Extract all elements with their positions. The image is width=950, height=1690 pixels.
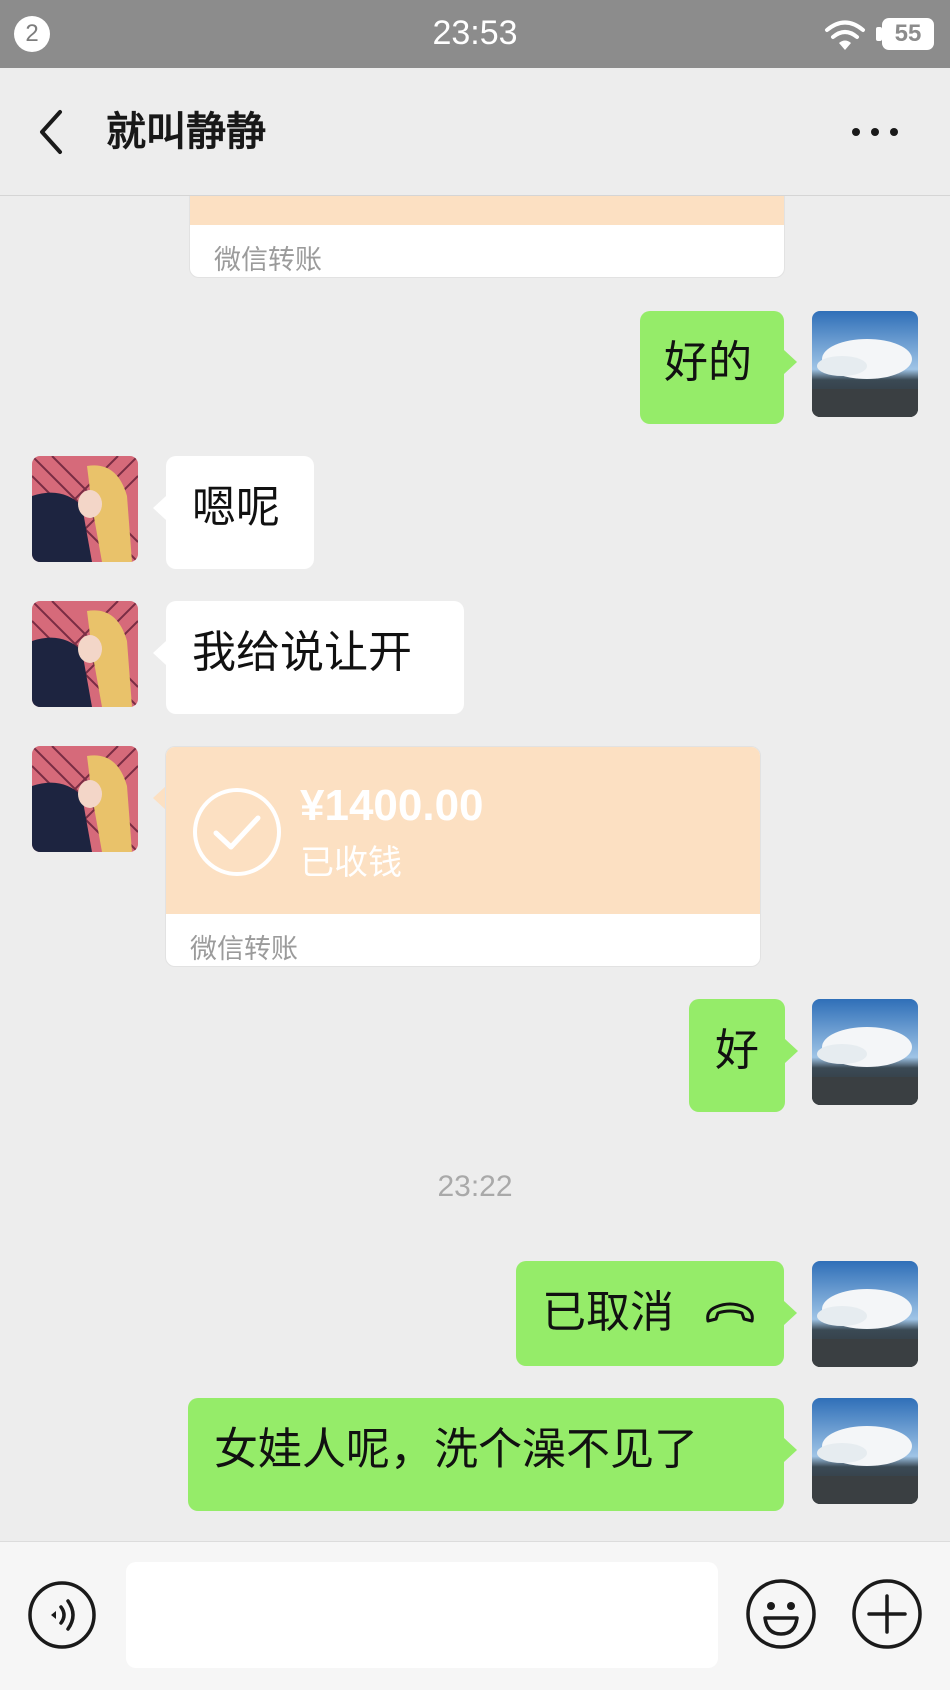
contact-avatar[interactable] xyxy=(32,456,138,562)
bubble-tail xyxy=(784,1438,797,1462)
my-avatar[interactable] xyxy=(812,1398,918,1504)
more-icon[interactable] xyxy=(850,122,900,142)
bubble-tail xyxy=(784,1301,797,1325)
voice-icon[interactable] xyxy=(27,1580,97,1650)
bubble-tail xyxy=(153,496,166,520)
bubble-tail xyxy=(784,350,797,374)
status-bar: 2 23:53 55 xyxy=(0,0,950,68)
call-status: 已取消 xyxy=(542,1287,674,1338)
message-list[interactable]: 微信转账 好的 嗯呢 我给说让开 ¥1400.00 已收钱 微信转账 好 23:… xyxy=(0,196,950,1541)
avatar-image-anime xyxy=(32,746,138,852)
avatar-image-sky xyxy=(812,1398,918,1504)
status-time: 23:53 xyxy=(432,14,518,52)
transfer-label: 微信转账 xyxy=(190,934,298,965)
transfer-card-top: ¥1400.00 已收钱 xyxy=(166,747,760,914)
avatar-image-sky xyxy=(812,311,918,417)
transfer-status: 已收钱 xyxy=(300,843,402,883)
hangup-icon xyxy=(706,1302,754,1323)
message-bubble-received[interactable]: 嗯呢 xyxy=(166,456,314,569)
transfer-card-top xyxy=(190,196,784,225)
plus-icon[interactable] xyxy=(851,1578,923,1650)
avatar-image-sky xyxy=(812,999,918,1105)
message-bubble-received[interactable]: 我给说让开 xyxy=(166,601,464,714)
avatar-image-anime xyxy=(32,601,138,707)
back-icon[interactable] xyxy=(34,106,68,158)
battery-indicator: 55 xyxy=(882,18,934,50)
message-input[interactable] xyxy=(126,1562,718,1668)
wifi-icon xyxy=(825,20,865,50)
avatar-image-sky xyxy=(812,1261,918,1367)
transfer-card-partial[interactable]: 微信转账 xyxy=(189,196,785,278)
message-bubble-sent[interactable]: 好 xyxy=(689,999,785,1112)
contact-avatar[interactable] xyxy=(32,746,138,852)
check-icon xyxy=(193,788,281,876)
message-bubble-sent[interactable]: 女娃人呢，洗个澡不见了 xyxy=(188,1398,784,1511)
my-avatar[interactable] xyxy=(812,1261,918,1367)
transfer-label: 微信转账 xyxy=(214,245,322,276)
message-bubble-sent[interactable]: 好的 xyxy=(640,311,784,424)
call-bubble[interactable]: 已取消 xyxy=(516,1261,784,1366)
chat-header: 就叫静静 xyxy=(0,68,950,196)
input-bar xyxy=(0,1541,950,1690)
transfer-card[interactable]: ¥1400.00 已收钱 微信转账 xyxy=(165,746,761,967)
avatar-image-anime xyxy=(32,456,138,562)
transfer-amount: ¥1400.00 xyxy=(300,781,484,830)
chat-title: 就叫静静 xyxy=(106,109,266,155)
contact-avatar[interactable] xyxy=(32,601,138,707)
timestamp: 23:22 xyxy=(437,1170,513,1203)
my-avatar[interactable] xyxy=(812,999,918,1105)
bubble-tail xyxy=(153,641,166,665)
my-avatar[interactable] xyxy=(812,311,918,417)
emoji-icon[interactable] xyxy=(745,1578,817,1650)
bubble-tail xyxy=(785,1039,798,1063)
